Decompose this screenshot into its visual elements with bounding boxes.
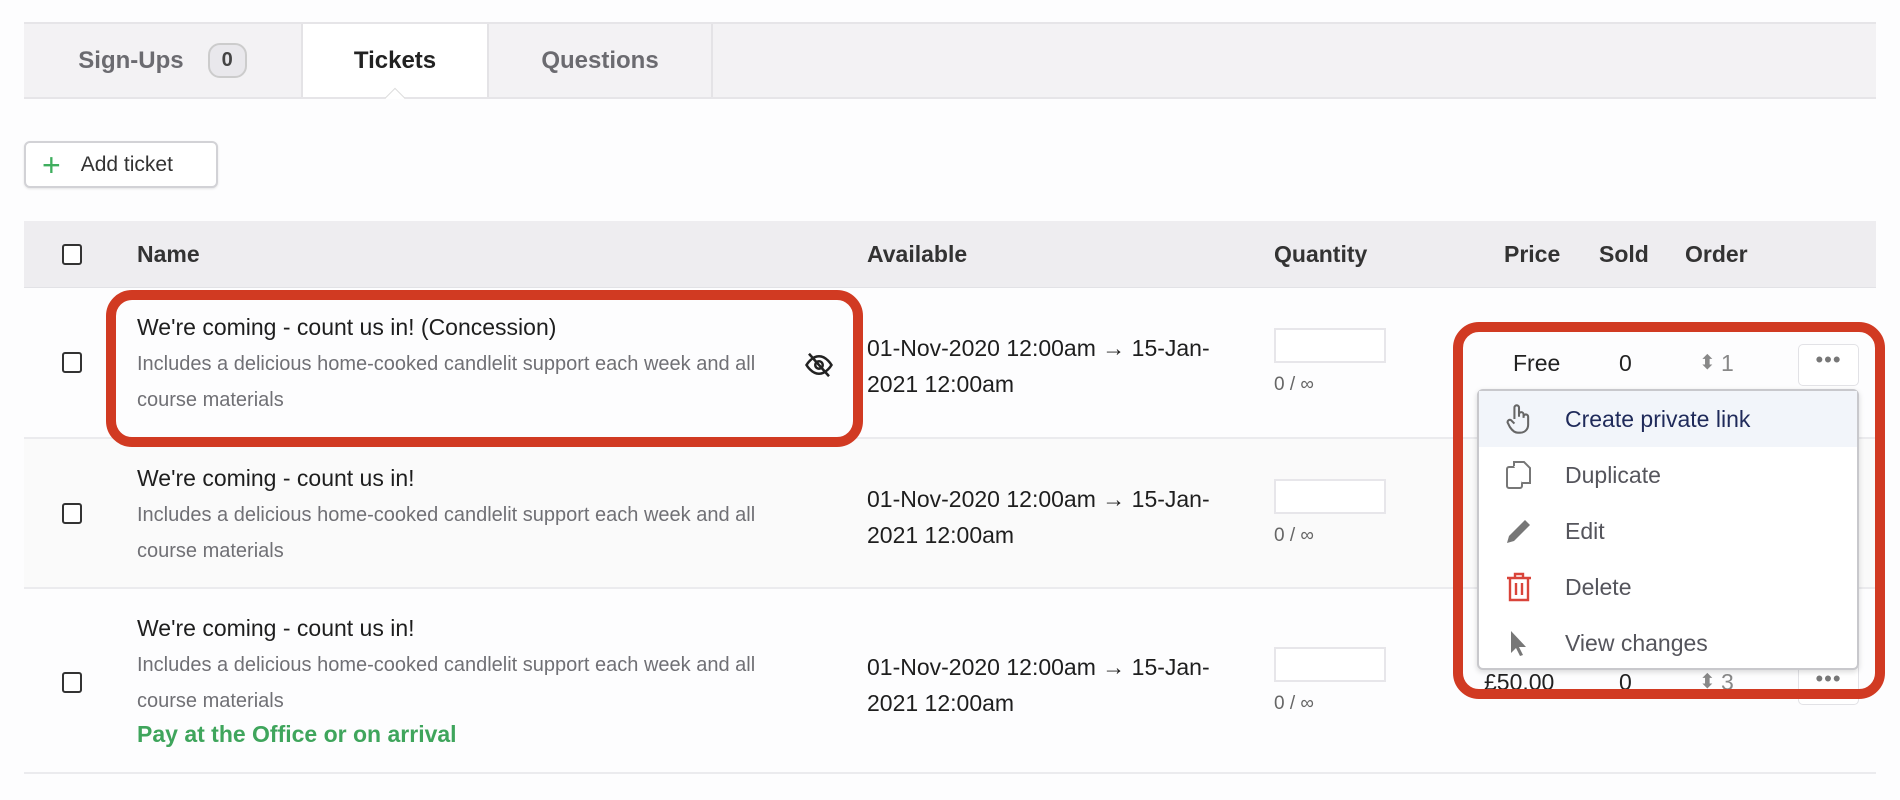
quantity-input[interactable] — [1274, 328, 1386, 363]
ticket-name[interactable]: We're coming - count us in! — [137, 465, 415, 492]
payment-note: Pay at the Office or on arrival — [137, 721, 457, 747]
tab-label: Questions — [541, 46, 659, 74]
tab-questions[interactable]: Questions — [489, 24, 713, 97]
tab-label: Tickets — [353, 46, 437, 74]
highlight-box-actions-menu — [1453, 322, 1885, 699]
header-name[interactable]: Name — [137, 241, 200, 268]
sign-ups-count-badge: 0 — [207, 43, 247, 78]
tab-sign-ups[interactable]: Sign-Ups 0 — [24, 24, 303, 97]
select-all-checkbox[interactable] — [62, 244, 82, 265]
highlight-box-hidden-ticket — [106, 290, 863, 447]
ticket-name[interactable]: We're coming - count us in! — [137, 615, 415, 642]
active-tab-caret — [385, 83, 405, 99]
plus-icon: + — [42, 146, 61, 183]
header-quantity[interactable]: Quantity — [1274, 241, 1367, 268]
tab-tickets[interactable]: Tickets — [303, 24, 489, 97]
header-order[interactable]: Order — [1685, 241, 1748, 268]
table-header: Name Available Quantity Price Sold Order — [24, 221, 1876, 288]
row-checkbox[interactable] — [62, 503, 82, 524]
quantity-sold-label: 0 / ∞ — [1274, 374, 1314, 395]
add-ticket-label: Add ticket — [80, 152, 173, 176]
quantity-input[interactable] — [1274, 479, 1386, 514]
header-price[interactable]: Price — [1504, 241, 1560, 268]
add-ticket-button[interactable]: + Add ticket — [24, 141, 218, 188]
row-checkbox[interactable] — [62, 672, 82, 693]
header-sold[interactable]: Sold — [1599, 241, 1649, 268]
tab-label: Sign-Ups — [78, 46, 184, 74]
ticket-description: Includes a delicious home-cooked candlel… — [137, 654, 756, 712]
available-range: 01-Nov-2020 12:00am → 15-Jan-2021 12:00a… — [867, 654, 1210, 716]
quantity-sold-label: 0 / ∞ — [1274, 525, 1314, 546]
header-available[interactable]: Available — [867, 241, 967, 268]
available-range: 01-Nov-2020 12:00am → 15-Jan-2021 12:00a… — [867, 335, 1210, 397]
row-checkbox[interactable] — [62, 352, 82, 373]
available-range: 01-Nov-2020 12:00am → 15-Jan-2021 12:00a… — [867, 486, 1210, 548]
quantity-input[interactable] — [1274, 647, 1386, 682]
ticket-description: Includes a delicious home-cooked candlel… — [137, 504, 756, 562]
quantity-sold-label: 0 / ∞ — [1274, 693, 1314, 714]
tab-bar: Sign-Ups 0 Tickets Questions — [24, 22, 1876, 99]
